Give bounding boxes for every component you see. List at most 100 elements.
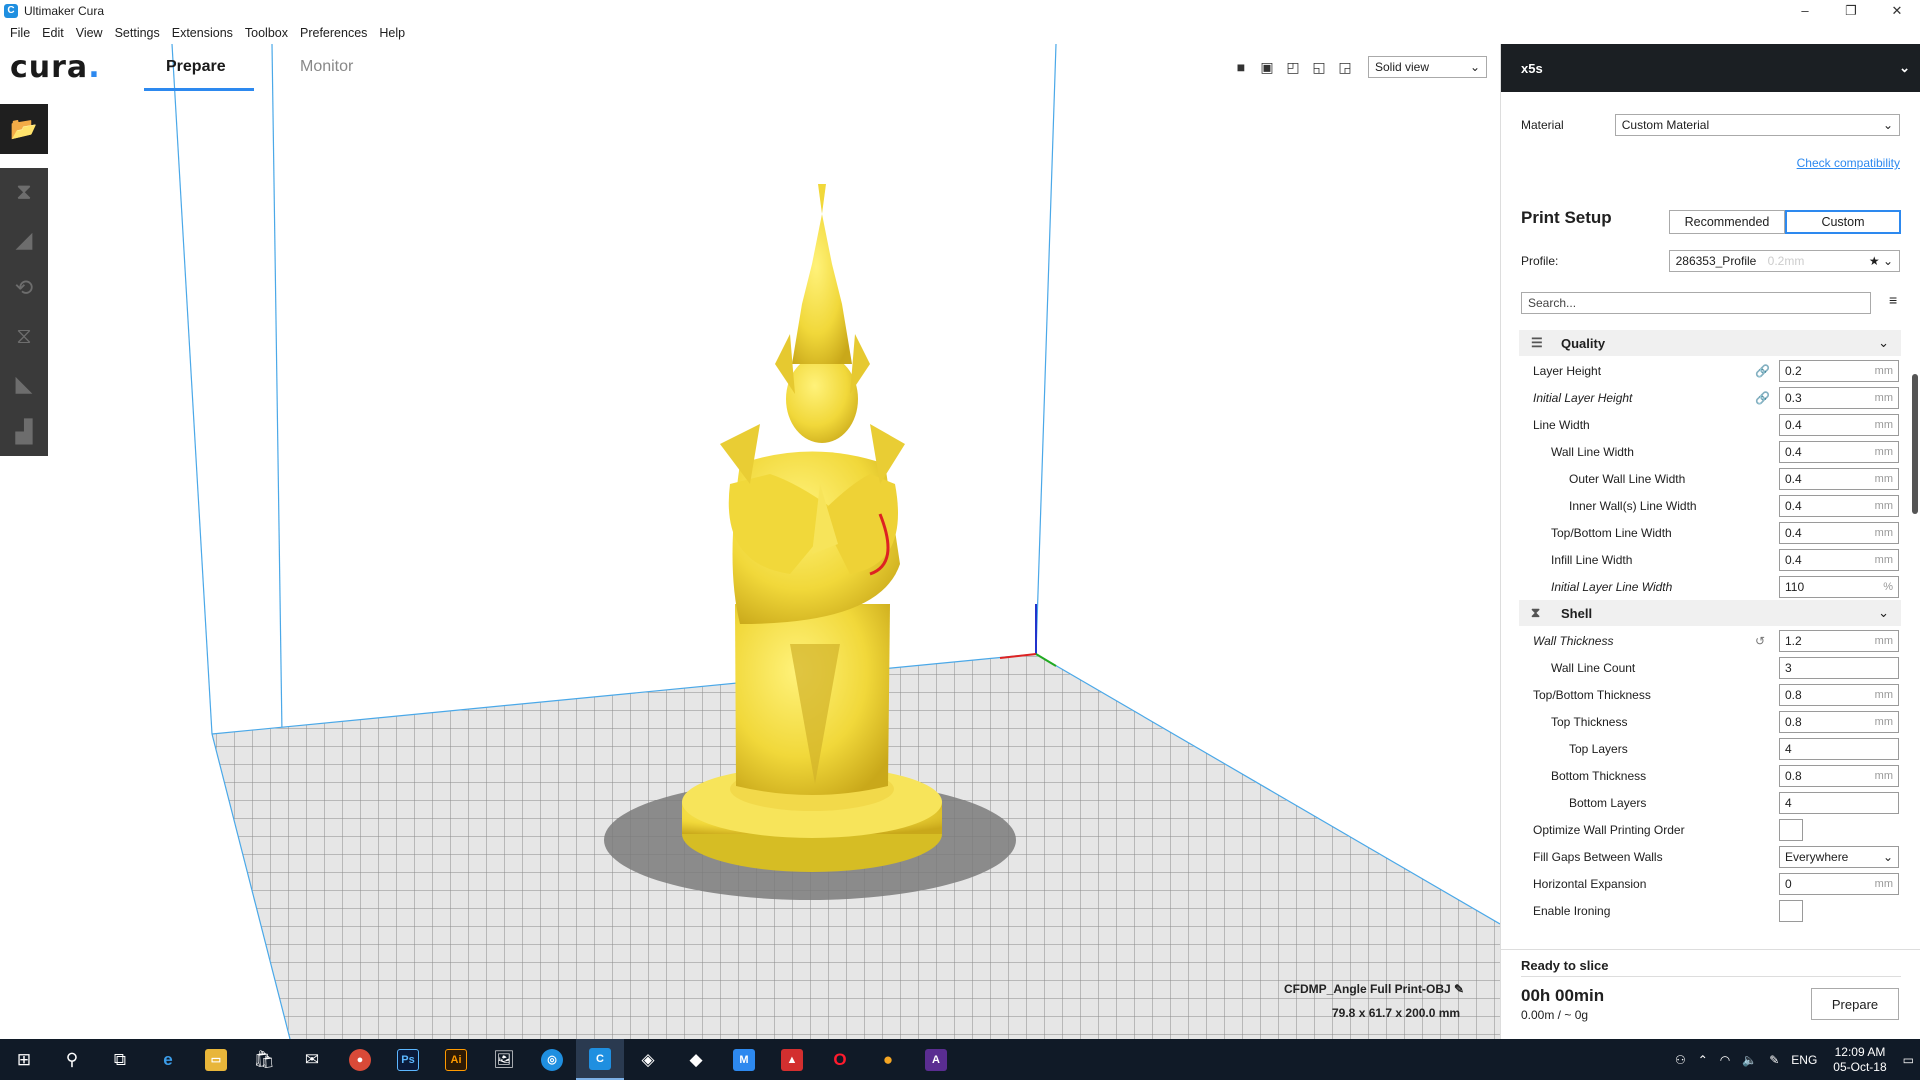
left-view-icon[interactable]: ◱ — [1310, 58, 1328, 76]
mirror-icon: ⧖ — [16, 323, 32, 348]
rotate-tool-button[interactable]: ⟲ — [0, 264, 48, 312]
taskbar-edge[interactable]: e — [144, 1039, 192, 1080]
per-model-settings-button[interactable]: ◣ — [0, 360, 48, 408]
wall-line-width-input[interactable]: 0.4 mm — [1779, 440, 1899, 463]
task-view-button[interactable]: ⧉ — [96, 1039, 144, 1080]
category-quality[interactable]: ☰ Quality ⌄ — [1519, 330, 1901, 356]
wall-thickness-input[interactable]: 1.2 mm — [1779, 629, 1899, 652]
taskbar-opera[interactable]: O — [816, 1039, 864, 1080]
minimize-button[interactable]: – — [1782, 0, 1828, 21]
taskbar-app-8[interactable]: ◎ — [528, 1039, 576, 1080]
notifications-icon[interactable]: ▭ — [1897, 1053, 1920, 1067]
inner-wall-line-width-input[interactable]: 0.4 mm — [1779, 494, 1899, 517]
taskbar-app-12[interactable]: M — [720, 1039, 768, 1080]
infill-line-width-input[interactable]: 0.4 mm — [1779, 548, 1899, 571]
layer-height-input[interactable]: 0.2 mm — [1779, 359, 1899, 382]
close-button[interactable]: ✕ — [1874, 0, 1920, 21]
reset-icon[interactable]: ↺ — [1755, 634, 1765, 648]
taskbar-store[interactable]: 🛍 — [240, 1039, 288, 1080]
top-bottom-line-width-input[interactable]: 0.4 mm — [1779, 521, 1899, 544]
front-view-icon[interactable]: ▣ — [1258, 58, 1276, 76]
taskbar-app-13[interactable]: ▲ — [768, 1039, 816, 1080]
edit-pencil-icon[interactable]: ✎ — [1454, 982, 1464, 996]
settings-search-input[interactable]: Search... — [1521, 292, 1871, 314]
chevron-up-icon[interactable]: ⌃ — [1692, 1053, 1714, 1067]
menu-preferences[interactable]: Preferences — [294, 26, 373, 40]
clock-time: 12:09 AM — [1834, 1044, 1886, 1059]
settings-scrollbar[interactable] — [1912, 374, 1918, 514]
machine-selector[interactable]: x5s ⌄ — [1501, 44, 1920, 92]
taskbar-chrome[interactable]: ● — [336, 1039, 384, 1080]
language-indicator[interactable]: ENG — [1785, 1053, 1823, 1067]
maximize-button[interactable]: ❐ — [1828, 0, 1874, 21]
prepare-button[interactable]: Prepare — [1811, 988, 1899, 1020]
right-view-icon[interactable]: ◲ — [1336, 58, 1354, 76]
horizontal-expansion-input[interactable]: 0 mm — [1779, 872, 1899, 895]
mirror-tool-button[interactable]: ⧖ — [0, 312, 48, 360]
menu-file[interactable]: File — [4, 26, 36, 40]
taskbar-app-7[interactable]: 🖼 — [480, 1039, 528, 1080]
category-shell[interactable]: ⧗ Shell ⌄ — [1519, 600, 1901, 626]
scale-tool-button[interactable]: ◢ — [0, 216, 48, 264]
taskbar-app-10[interactable]: ◈ — [624, 1039, 672, 1080]
3d-view-icon[interactable]: ■ — [1232, 58, 1250, 76]
enable-ironing-checkbox[interactable] — [1779, 899, 1803, 922]
taskbar-photoshop[interactable]: Ps — [384, 1039, 432, 1080]
app-icon: ◈ — [641, 1049, 655, 1069]
link-icon[interactable]: 🔗 — [1755, 391, 1770, 405]
people-icon[interactable]: ⚇ — [1669, 1053, 1692, 1067]
menu-edit[interactable]: Edit — [36, 26, 70, 40]
clock[interactable]: 12:09 AM 05-Oct-18 — [1823, 1045, 1896, 1075]
settings-visibility-menu-icon[interactable]: ≡ — [1889, 292, 1897, 308]
setting-label: Enable Ironing — [1533, 903, 1611, 918]
tab-prepare[interactable]: Prepare — [166, 58, 226, 76]
recommended-mode-button[interactable]: Recommended — [1669, 210, 1785, 234]
wifi-icon[interactable]: ◠ — [1714, 1053, 1736, 1067]
menu-toolbox[interactable]: Toolbox — [239, 26, 294, 40]
optimize-wall-order-checkbox[interactable] — [1779, 818, 1803, 841]
taskbar-app-15[interactable]: ● — [864, 1039, 912, 1080]
pen-icon[interactable]: ✎ — [1763, 1053, 1785, 1067]
support-blocker-button[interactable]: ▟ — [0, 408, 48, 456]
profile-select[interactable]: 286353_Profile 0.2mm ★ ⌄ — [1668, 250, 1900, 272]
setting-wall-line-count: Wall Line Count 3 — [1519, 654, 1901, 681]
taskbar-cura[interactable]: C — [576, 1039, 624, 1080]
taskbar-app-16[interactable]: A — [912, 1039, 960, 1080]
top-layers-input[interactable]: 4 — [1779, 737, 1899, 760]
link-icon[interactable]: 🔗 — [1755, 364, 1770, 378]
view-mode-select[interactable]: Solid view ⌄ — [1368, 56, 1487, 78]
tab-monitor[interactable]: Monitor — [300, 58, 353, 76]
cura-app-icon: C — [4, 3, 18, 18]
fill-gaps-select[interactable]: Everywhere ⌄ — [1779, 845, 1899, 868]
taskbar-app-11[interactable]: ◆ — [672, 1039, 720, 1080]
wall-line-count-input[interactable]: 3 — [1779, 656, 1899, 679]
bottom-layers-input[interactable]: 4 — [1779, 791, 1899, 814]
top-view-icon[interactable]: ◰ — [1284, 58, 1302, 76]
print-setup-title: Print Setup — [1521, 208, 1612, 227]
line-width-input[interactable]: 0.4 mm — [1779, 413, 1899, 436]
start-button[interactable]: ⊞ — [0, 1039, 48, 1080]
top-thickness-input[interactable]: 0.8 mm — [1779, 710, 1899, 733]
material-select[interactable]: Custom Material ⌄ — [1614, 114, 1900, 136]
check-compatibility-link[interactable]: Check compatibility — [1797, 156, 1900, 170]
initial-layer-height-input[interactable]: 0.3 mm — [1779, 386, 1899, 409]
menu-extensions[interactable]: Extensions — [166, 26, 239, 40]
taskbar-mail[interactable]: ✉ — [288, 1039, 336, 1080]
move-tool-button[interactable]: ⧗ — [0, 168, 48, 216]
bottom-thickness-input[interactable]: 0.8 mm — [1779, 764, 1899, 787]
star-icon[interactable]: ★ — [1869, 254, 1880, 268]
initial-layer-line-width-input[interactable]: 110% — [1779, 575, 1899, 598]
volume-icon[interactable]: 🔈 — [1736, 1053, 1763, 1067]
menu-view[interactable]: View — [70, 26, 109, 40]
setting-label: Infill Line Width — [1551, 552, 1633, 567]
taskbar-explorer[interactable]: ▭ — [192, 1039, 240, 1080]
top-bottom-thickness-input[interactable]: 0.8 mm — [1779, 683, 1899, 706]
outer-wall-line-width-input[interactable]: 0.4 mm — [1779, 467, 1899, 490]
custom-mode-button[interactable]: Custom — [1785, 210, 1901, 234]
menu-settings[interactable]: Settings — [109, 26, 166, 40]
open-file-button[interactable]: 📂 — [0, 104, 48, 154]
taskbar-illustrator[interactable]: Ai — [432, 1039, 480, 1080]
3d-viewport[interactable]: cura. Prepare Monitor 📂 ⧗ ◢ ⟲ ⧖ ◣ ▟ ■ ▣ … — [0, 44, 1500, 1039]
menu-help[interactable]: Help — [373, 26, 411, 40]
search-button[interactable]: ⚲ — [48, 1039, 96, 1080]
